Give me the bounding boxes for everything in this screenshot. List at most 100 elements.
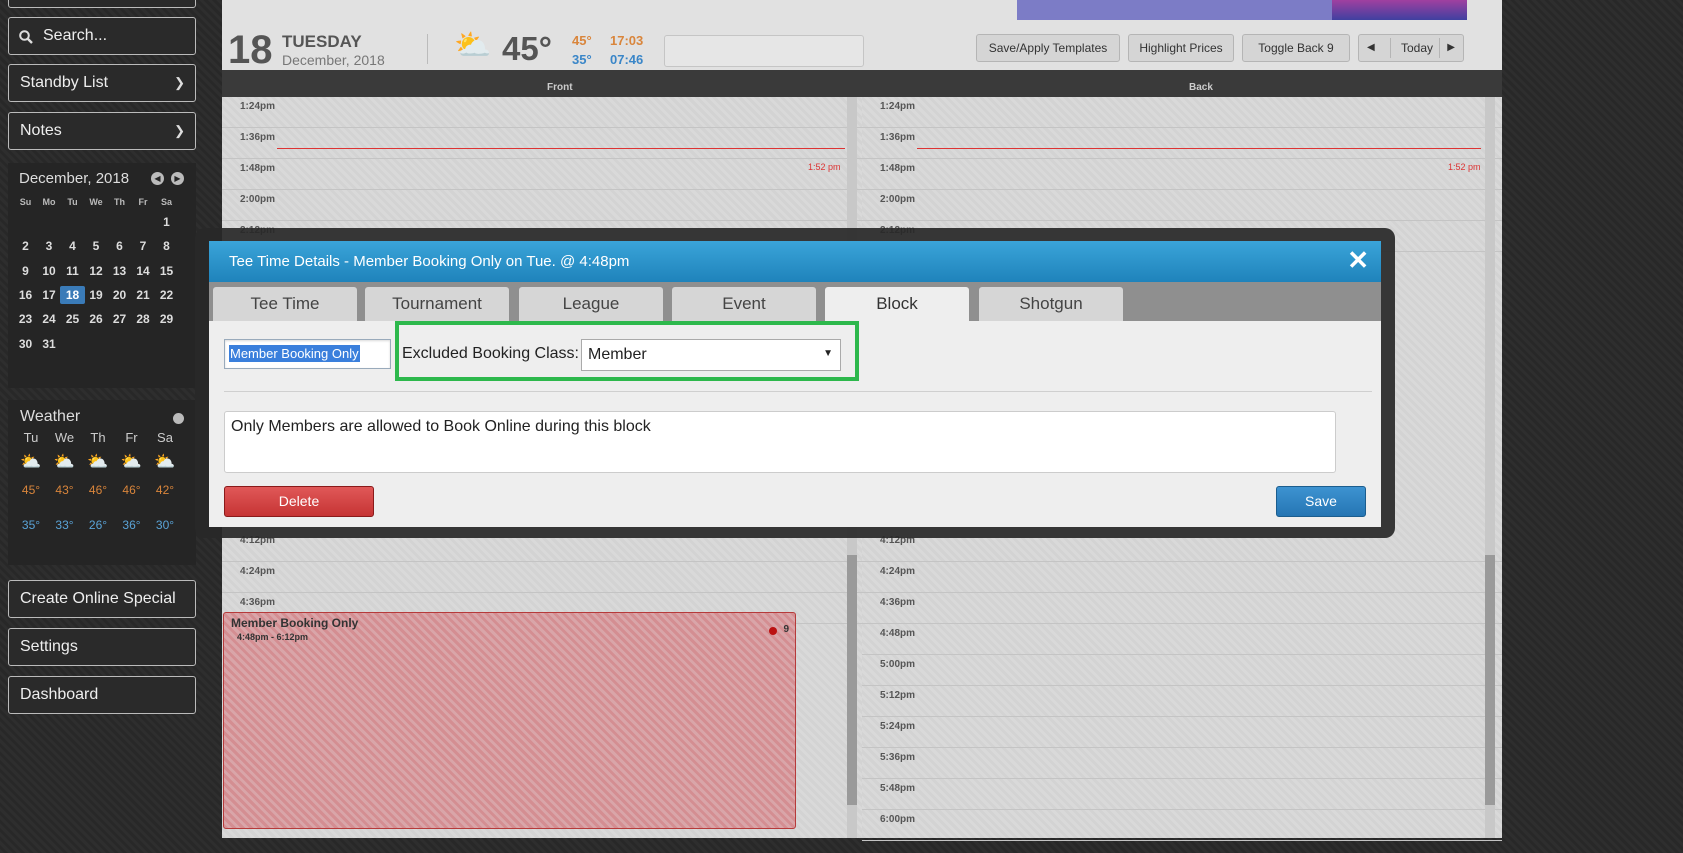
calendar-day[interactable]: 2 <box>13 237 38 255</box>
calendar-day[interactable]: 31 <box>37 335 62 353</box>
tab-tournament[interactable]: Tournament <box>365 287 509 321</box>
calendar-day[interactable]: 1 <box>154 213 179 231</box>
sunrise-time: 17:03 <box>610 33 644 48</box>
tab-shotgun[interactable]: Shotgun <box>979 287 1123 321</box>
calendar-day[interactable]: 16 <box>13 286 38 304</box>
tee-time-slot[interactable]: 5:36pm <box>862 748 1502 779</box>
header-graph-strip-accent <box>1332 0 1467 20</box>
tee-time-slot[interactable]: 5:12pm <box>862 686 1502 717</box>
calendar-day[interactable]: 25 <box>60 310 85 328</box>
calendar-day[interactable]: 24 <box>37 310 62 328</box>
calendar-day[interactable]: 22 <box>154 286 179 304</box>
block-name-input[interactable]: Member Booking Only <box>224 339 391 369</box>
save-apply-templates-button[interactable]: Save/Apply Templates <box>976 34 1120 62</box>
dashboard-button[interactable]: Dashboard <box>8 676 196 714</box>
weather-low: 30° <box>155 518 175 532</box>
nav-divider <box>1390 38 1391 58</box>
tab-block[interactable]: Block <box>825 287 969 321</box>
tee-time-slot[interactable]: 1:36pm <box>862 128 1502 159</box>
block-name-value: Member Booking Only <box>229 345 360 362</box>
tab-league[interactable]: League <box>519 287 663 321</box>
tee-time-slot[interactable]: 5:24pm <box>862 717 1502 748</box>
calendar-day[interactable]: 28 <box>131 310 156 328</box>
tee-time-slot[interactable]: 1:24pm <box>222 97 862 128</box>
column-header-strip <box>222 70 1502 97</box>
calendar-day[interactable]: 26 <box>84 310 109 328</box>
settings-button[interactable]: Settings <box>8 628 196 666</box>
tee-time-slot[interactable]: 1:24pm <box>862 97 1502 128</box>
calendar-day[interactable]: 20 <box>107 286 132 304</box>
create-online-special-button[interactable]: Create Online Special <box>8 580 196 618</box>
slot-time-label: 5:00pm <box>880 659 916 670</box>
next-month-icon[interactable]: ▶ <box>171 172 184 185</box>
tee-time-slot[interactable]: 4:48pm <box>862 624 1502 655</box>
calendar-day[interactable]: 30 <box>13 335 38 353</box>
tee-time-slot[interactable]: 2:00pm <box>222 190 862 221</box>
prev-month-icon[interactable]: ◀ <box>151 172 164 185</box>
front-scrollbar-thumb[interactable] <box>847 555 857 805</box>
partly-cloudy-icon: ⛅ <box>154 452 176 471</box>
block-booking[interactable]: Member Booking Only 4:48pm - 6:12pm 9 <box>223 612 796 829</box>
partly-cloudy-icon: ⛅ <box>20 452 42 471</box>
date-weekday: TUESDAY <box>282 32 362 51</box>
calendar-day[interactable]: 13 <box>107 262 132 280</box>
calendar-day[interactable]: 15 <box>154 262 179 280</box>
calendar-day-selected[interactable]: 18 <box>60 285 85 304</box>
tee-time-slot[interactable]: 2:00pm <box>862 190 1502 221</box>
partly-cloudy-icon: ⛅ <box>87 452 109 471</box>
slot-time-label: 4:24pm <box>880 566 916 577</box>
delete-button[interactable]: Delete <box>224 486 374 517</box>
save-button[interactable]: Save <box>1276 486 1366 517</box>
slot-time-label: 4:36pm <box>240 597 276 608</box>
calendar-day[interactable]: 9 <box>13 262 38 280</box>
calendar-day[interactable]: 29 <box>154 310 179 328</box>
search-input[interactable]: Search... <box>8 17 196 55</box>
tee-time-slot[interactable]: 4:24pm <box>222 562 862 593</box>
slot-time-label: 1:48pm <box>880 163 916 174</box>
prev-day-icon[interactable]: ◀ <box>1367 35 1375 61</box>
tab-tee-time[interactable]: Tee Time <box>213 287 357 321</box>
next-day-icon[interactable]: ▶ <box>1447 35 1455 61</box>
calendar-day[interactable]: 5 <box>84 237 109 255</box>
calendar-day[interactable]: 11 <box>60 262 85 280</box>
tee-time-slot[interactable]: 1:48pm <box>222 159 862 190</box>
calendar-day[interactable]: 14 <box>131 262 156 280</box>
calendar-day[interactable]: 8 <box>154 237 179 255</box>
create-online-special-label: Create Online Special <box>20 590 176 607</box>
tee-time-slot[interactable]: 5:48pm <box>862 779 1502 810</box>
back-scrollbar-thumb[interactable] <box>1485 555 1495 805</box>
notes-button[interactable]: Notes ❯ <box>8 112 196 150</box>
sidebar: Search... Standby List ❯ Notes ❯ Decembe… <box>0 0 196 853</box>
tee-time-slot[interactable]: 1:36pm <box>222 128 862 159</box>
calendar-day[interactable]: 19 <box>84 286 109 304</box>
tee-time-slot[interactable]: 4:36pm <box>862 593 1502 624</box>
calendar-day[interactable]: 21 <box>131 286 156 304</box>
calendar-day[interactable]: 17 <box>37 286 62 304</box>
toggle-back-9-button[interactable]: Toggle Back 9 <box>1242 34 1350 62</box>
calendar-day[interactable]: 10 <box>37 262 62 280</box>
calendar-day[interactable]: 7 <box>131 237 156 255</box>
calendar-day[interactable]: 6 <box>107 237 132 255</box>
calendar-day[interactable]: 3 <box>37 237 62 255</box>
tee-time-slot[interactable]: 6:00pm <box>862 810 1502 841</box>
close-icon[interactable]: ✕ <box>1347 245 1369 276</box>
tab-event[interactable]: Event <box>672 287 816 321</box>
standby-list-button[interactable]: Standby List ❯ <box>8 64 196 102</box>
block-description-textarea[interactable]: Only Members are allowed to Book Online … <box>224 411 1336 473</box>
highlight-prices-button[interactable]: Highlight Prices <box>1128 34 1234 62</box>
weather-high: 43° <box>55 483 74 497</box>
tee-time-slot[interactable]: 1:48pm <box>862 159 1502 190</box>
sidebar-top-button[interactable] <box>8 0 196 8</box>
tee-time-slot[interactable]: 4:24pm <box>862 562 1502 593</box>
excluded-booking-class-select[interactable]: Member ▼ <box>581 339 841 371</box>
chevron-down-icon: ❯ <box>174 75 185 90</box>
today-button[interactable]: Today <box>1401 35 1433 61</box>
tee-time-slot[interactable]: 5:00pm <box>862 655 1502 686</box>
calendar-day[interactable]: 12 <box>84 262 109 280</box>
calendar-day[interactable]: 27 <box>107 310 132 328</box>
calendar-day[interactable]: 23 <box>13 310 38 328</box>
tee-sheet-search-field[interactable] <box>664 35 864 67</box>
calendar-day[interactable]: 4 <box>60 237 85 255</box>
partly-cloudy-icon: ⛅ <box>120 452 143 471</box>
collapse-icon[interactable] <box>173 413 184 424</box>
